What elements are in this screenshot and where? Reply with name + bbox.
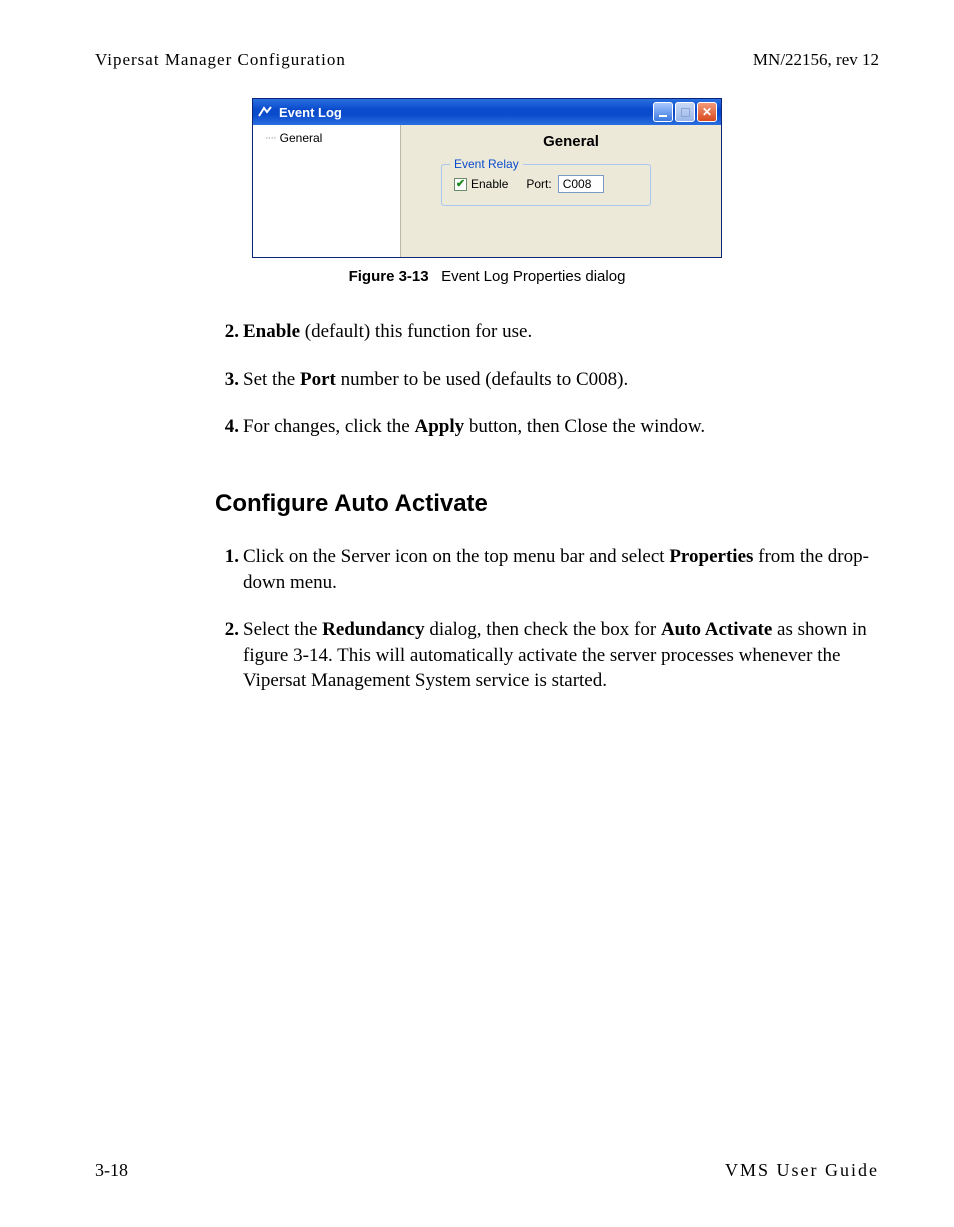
step-number: 2. bbox=[215, 319, 239, 345]
dialog-content-pane: General Event Relay ✔ Enable Port: bbox=[401, 125, 721, 257]
enable-checkbox[interactable]: ✔ Enable bbox=[454, 177, 508, 191]
step-text: (default) this function for use. bbox=[300, 321, 532, 342]
step-number: 1. bbox=[215, 544, 239, 595]
step-text-bold: Apply bbox=[414, 416, 464, 437]
page-footer: 3-18 VMS User Guide bbox=[95, 1160, 879, 1181]
step-item: 3.Set the Port number to be used (defaul… bbox=[215, 367, 869, 393]
step-text-bold: Enable bbox=[243, 321, 300, 342]
tree-item-general[interactable]: ···· General bbox=[257, 131, 396, 145]
maximize-button bbox=[675, 102, 695, 122]
step-item: 4.For changes, click the Apply button, t… bbox=[215, 414, 869, 440]
checkbox-icon: ✔ bbox=[454, 178, 467, 191]
dialog-tree-pane: ···· General bbox=[253, 125, 401, 257]
footer-page-number: 3-18 bbox=[95, 1160, 128, 1181]
step-item: 2.Select the Redundancy dialog, then che… bbox=[215, 617, 869, 694]
step-item: 1.Click on the Server icon on the top me… bbox=[215, 544, 869, 595]
tree-item-label: General bbox=[280, 131, 323, 145]
footer-guide-title: VMS User Guide bbox=[725, 1160, 879, 1181]
figure-wrap: Event Log ✕ ···· General General bbox=[95, 98, 879, 258]
section-heading: Configure Auto Activate bbox=[215, 490, 879, 518]
group-legend: Event Relay bbox=[450, 157, 523, 171]
step-text: dialog, then check the box for bbox=[425, 619, 661, 640]
dialog-titlebar[interactable]: Event Log ✕ bbox=[253, 99, 721, 125]
steps-block-a: 2.Enable (default) this function for use… bbox=[215, 319, 869, 440]
step-body: Click on the Server icon on the top menu… bbox=[243, 544, 869, 595]
step-text-bold: Redundancy bbox=[322, 619, 424, 640]
step-number: 4. bbox=[215, 414, 239, 440]
event-log-dialog: Event Log ✕ ···· General General bbox=[252, 98, 722, 258]
dialog-body: ···· General General Event Relay ✔ Enabl… bbox=[253, 125, 721, 257]
step-body: For changes, click the Apply button, the… bbox=[243, 414, 869, 440]
step-text-bold: Properties bbox=[669, 546, 753, 567]
dialog-title: Event Log bbox=[279, 105, 653, 120]
port-label: Port: bbox=[526, 177, 551, 191]
minimize-button[interactable] bbox=[653, 102, 673, 122]
step-text-bold: Auto Activate bbox=[661, 619, 772, 640]
step-text: button, then Close the window. bbox=[464, 416, 705, 437]
figure-label: Figure 3-13 bbox=[349, 268, 429, 285]
header-left: Vipersat Manager Configuration bbox=[95, 50, 346, 70]
step-item: 2.Enable (default) this function for use… bbox=[215, 319, 869, 345]
steps-block-b: 1.Click on the Server icon on the top me… bbox=[215, 544, 869, 694]
step-text: Select the bbox=[243, 619, 322, 640]
event-relay-group: Event Relay ✔ Enable Port: bbox=[441, 164, 651, 206]
header-right: MN/22156, rev 12 bbox=[753, 50, 879, 70]
figure-caption: Figure 3-13 Event Log Properties dialog bbox=[95, 268, 879, 285]
step-text-bold: Port bbox=[300, 369, 336, 390]
page-header: Vipersat Manager Configuration MN/22156,… bbox=[95, 50, 879, 70]
step-body: Enable (default) this function for use. bbox=[243, 319, 869, 345]
tree-branch-icon: ···· bbox=[265, 132, 276, 144]
step-text: number to be used (defaults to C008). bbox=[336, 369, 628, 390]
port-input[interactable] bbox=[558, 175, 604, 193]
content-title: General bbox=[441, 133, 701, 150]
step-text: Click on the Server icon on the top menu… bbox=[243, 546, 669, 567]
enable-label: Enable bbox=[471, 177, 508, 191]
figure-text: Event Log Properties dialog bbox=[441, 268, 625, 285]
step-number: 2. bbox=[215, 617, 239, 694]
step-number: 3. bbox=[215, 367, 239, 393]
eventlog-icon bbox=[257, 104, 273, 120]
close-button[interactable]: ✕ bbox=[697, 102, 717, 122]
step-body: Select the Redundancy dialog, then check… bbox=[243, 617, 869, 694]
port-field-wrap: Port: bbox=[526, 175, 603, 193]
step-text: Set the bbox=[243, 369, 300, 390]
step-body: Set the Port number to be used (defaults… bbox=[243, 367, 869, 393]
step-text: For changes, click the bbox=[243, 416, 414, 437]
titlebar-buttons: ✕ bbox=[653, 102, 717, 122]
